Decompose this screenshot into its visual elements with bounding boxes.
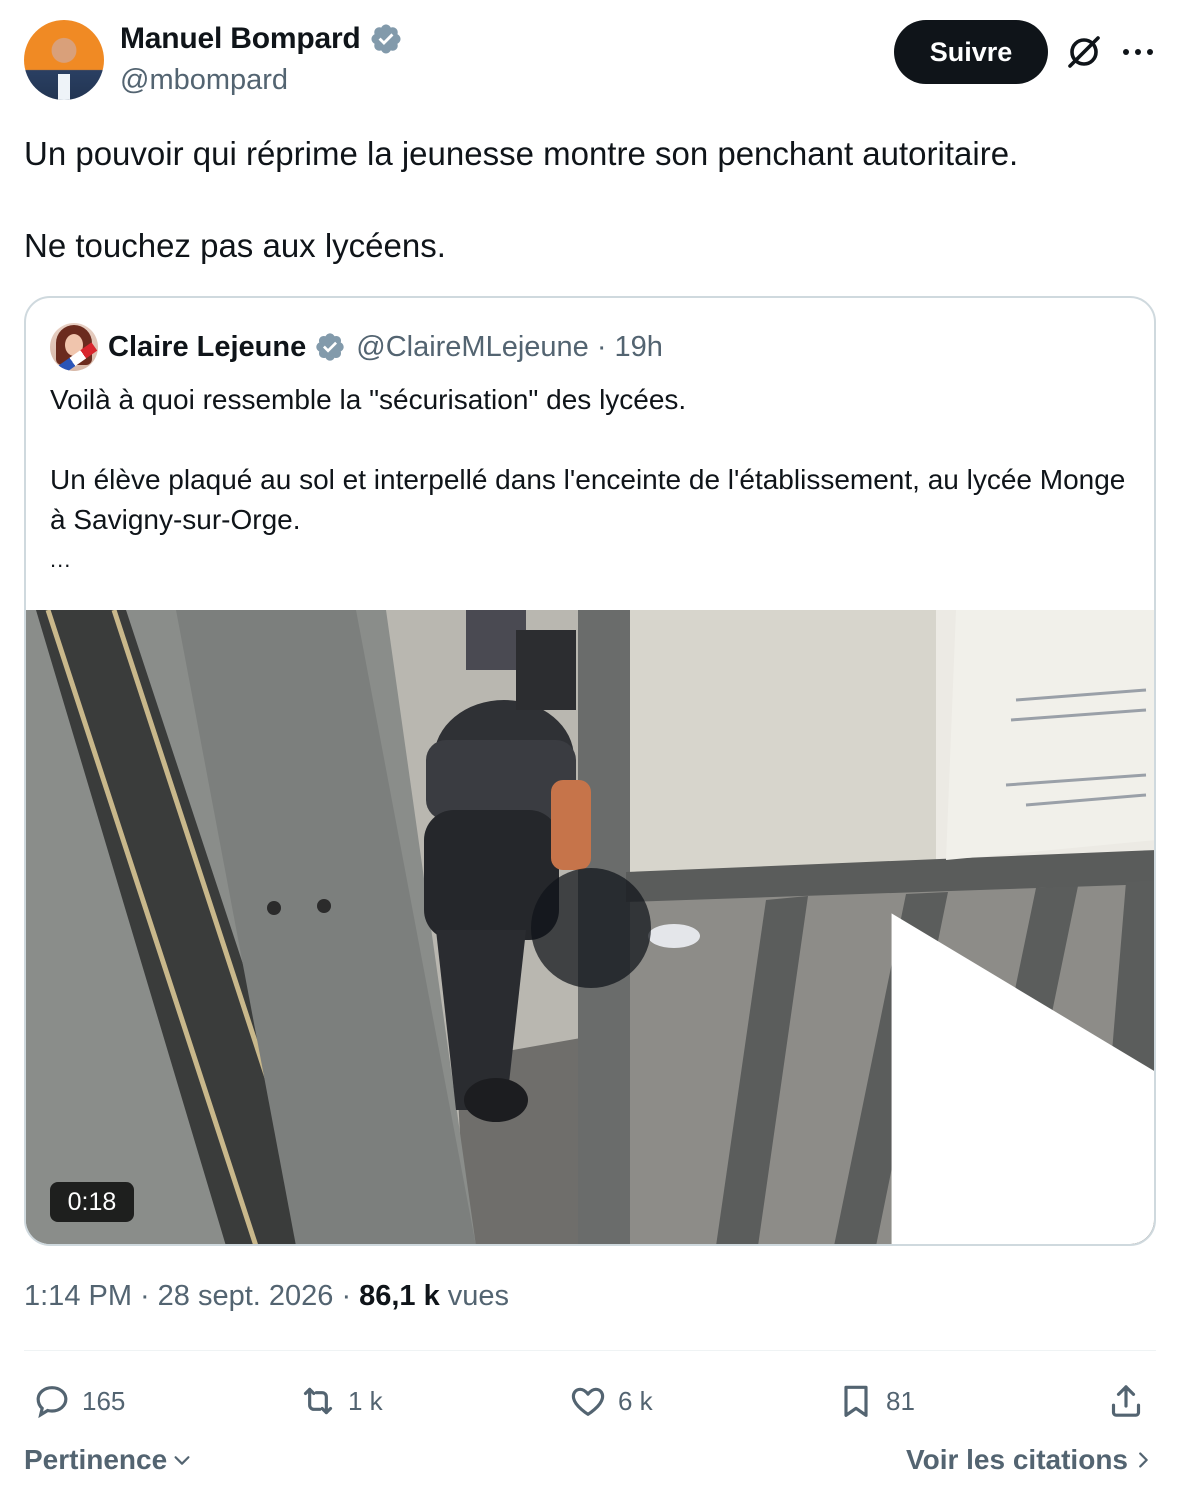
divider xyxy=(24,1350,1156,1351)
repost-icon xyxy=(303,1387,333,1415)
tweet-header: Manuel Bompard @mbompard Suivre xyxy=(24,20,1160,102)
tweet-meta: 1:14 PM · 28 sept. 2026 · 86,1 k vues xyxy=(24,1280,509,1313)
share-icon xyxy=(1111,1385,1141,1417)
bookmark-count: 81 xyxy=(886,1385,915,1416)
quoted-timestamp: 19h xyxy=(614,330,663,363)
verified-badge-icon xyxy=(371,24,401,54)
meta-separator-1: · xyxy=(140,1280,150,1312)
quoted-author-name: Claire Lejeune xyxy=(108,330,307,363)
grok-icon[interactable] xyxy=(1064,32,1104,72)
more-options-icon[interactable] xyxy=(1120,32,1156,72)
quoted-tweet-card[interactable]: Claire Lejeune @ClaireMLejeune · 19h Voi… xyxy=(24,296,1156,1246)
action-bar: 165 1 k 6 k 81 xyxy=(24,1374,1156,1428)
quoted-tweet-text: Voilà à quoi ressemble la "sécurisation"… xyxy=(50,380,1140,580)
quoted-author-handle: @ClaireMLejeune xyxy=(356,330,589,363)
tweet-time[interactable]: 1:14 PM xyxy=(24,1280,132,1313)
like-button[interactable]: 6 k xyxy=(568,1374,653,1428)
author-avatar[interactable] xyxy=(24,20,104,100)
bookmark-button[interactable]: 81 xyxy=(836,1374,915,1428)
quoted-author-avatar xyxy=(50,323,98,371)
repost-count: 1 k xyxy=(348,1385,383,1416)
sort-label: Pertinence xyxy=(24,1444,168,1475)
quoted-text-ellipsis: ... xyxy=(50,547,72,572)
like-count: 6 k xyxy=(618,1385,653,1416)
tweet-text: Un pouvoir qui réprime la jeunesse montr… xyxy=(24,132,1154,268)
share-button[interactable] xyxy=(1106,1374,1146,1428)
quoted-separator: · xyxy=(596,330,607,363)
author-name-row: Manuel Bompard xyxy=(120,22,403,56)
author-handle[interactable]: @mbompard xyxy=(120,64,288,97)
video-duration-badge: 0:18 xyxy=(50,1182,134,1222)
follow-button[interactable]: Suivre xyxy=(894,20,1048,84)
tweet-date[interactable]: 28 sept. 2026 xyxy=(158,1280,334,1313)
play-icon xyxy=(891,913,1154,1244)
view-quotes-link[interactable]: Voir les citations xyxy=(906,1444,1154,1476)
bookmark-icon xyxy=(844,1385,868,1417)
tweet-text-line-2: Ne touchez pas aux lycéens. xyxy=(24,227,446,264)
views-label: vues xyxy=(447,1280,510,1312)
quoted-text-line-2: Un élève plaqué au sol et interpellé dan… xyxy=(50,464,1126,535)
view-quotes-label: Voir les citations xyxy=(906,1444,1128,1475)
views-count: 86,1 k xyxy=(359,1280,440,1312)
repost-button[interactable]: 1 k xyxy=(298,1374,383,1428)
reply-count: 165 xyxy=(82,1385,126,1416)
quoted-text-line-1: Voilà à quoi ressemble la "sécurisation"… xyxy=(50,384,687,415)
chevron-down-icon xyxy=(174,1456,190,1465)
reply-icon xyxy=(36,1386,68,1419)
reply-button[interactable]: 165 xyxy=(32,1374,125,1428)
heart-icon xyxy=(571,1387,605,1416)
chevron-right-icon xyxy=(1139,1452,1148,1468)
tweet-text-line-1: Un pouvoir qui réprime la jeunesse montr… xyxy=(24,135,1019,172)
meta-separator-2: · xyxy=(341,1280,352,1312)
play-button[interactable] xyxy=(531,868,1154,1244)
quoted-tweet-header: Claire Lejeune @ClaireMLejeune · 19h xyxy=(50,322,663,372)
author-display-name[interactable]: Manuel Bompard xyxy=(120,22,361,56)
sort-dropdown[interactable]: Pertinence xyxy=(24,1444,193,1476)
video-player[interactable]: 0:18 xyxy=(26,610,1154,1244)
quoted-verified-badge-icon xyxy=(316,333,344,361)
